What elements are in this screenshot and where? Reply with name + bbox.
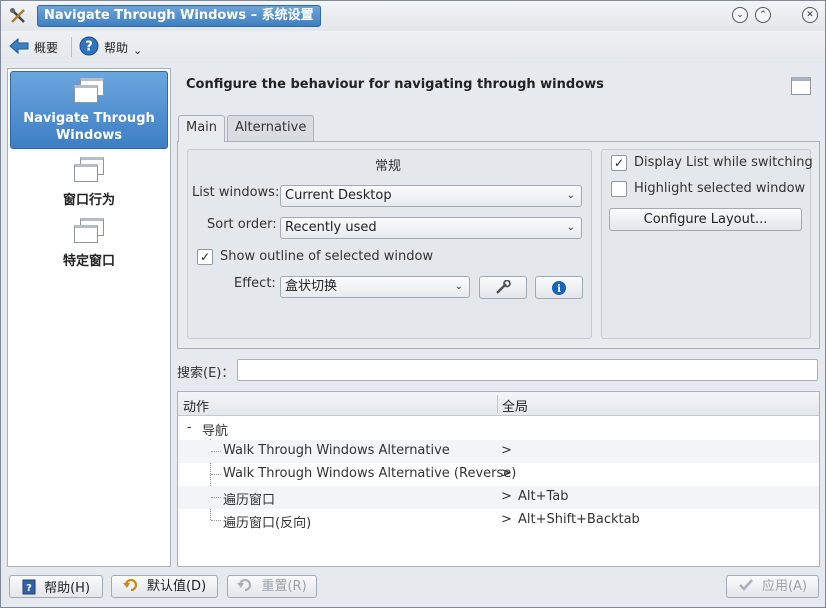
help-button[interactable]: ? 帮助(H) <box>9 575 103 598</box>
chevron-right-icon: > <box>501 443 512 458</box>
title-bar[interactable]: Navigate Through Windows – 系统设置 ⌄ ⌃ ✕ <box>1 1 825 31</box>
effect-label: Effect: <box>234 276 276 291</box>
help-button-label: 帮助(H) <box>44 581 91 596</box>
tree-category-row[interactable]: - 导航 <box>178 417 819 440</box>
reset-button[interactable]: 重置(R) <box>227 575 317 598</box>
window-stack-icon <box>74 157 104 183</box>
sidebar-item-window-behavior[interactable]: 窗口行为 <box>10 155 168 211</box>
table-row[interactable]: Walk Through Windows Alternative (Revers… <box>178 463 819 486</box>
window-icon <box>791 77 811 95</box>
settings-window: Navigate Through Windows – 系统设置 ⌄ ⌃ ✕ 概要… <box>0 0 826 608</box>
overview-label: 概要 <box>34 40 59 55</box>
help-icon: ? <box>79 36 99 59</box>
column-action[interactable]: 动作 <box>183 396 209 415</box>
reset-button-label: 重置(R) <box>261 579 307 594</box>
toolbar: 概要 ? 帮助 ⌄ <box>1 31 825 63</box>
wrench-icon <box>494 279 512 297</box>
toolbar-separator <box>71 37 72 57</box>
table-row[interactable]: Walk Through Windows Alternative > <box>178 440 819 463</box>
checkmark-icon <box>738 579 762 594</box>
svg-text:?: ? <box>85 39 93 54</box>
help-icon: ? <box>22 579 44 596</box>
action-name: 遍历窗口 <box>223 493 276 508</box>
sort-order-value: Recently used <box>285 220 377 235</box>
undo-icon <box>122 578 147 594</box>
highlight-window-label[interactable]: Highlight selected window <box>634 181 805 196</box>
search-input[interactable] <box>237 359 818 381</box>
chevron-right-icon: > <box>501 512 512 527</box>
action-name: 遍历窗口(反向) <box>223 516 312 531</box>
shortcut-value: Alt+Shift+Backtab <box>518 512 640 527</box>
sidebar-item-label: 特定窗口 <box>62 254 115 269</box>
expander-icon[interactable]: - <box>187 420 192 435</box>
list-windows-select[interactable]: Current Desktop ⌄ <box>280 185 582 207</box>
sidebar-item-label: 窗口行为 <box>62 193 115 208</box>
tab-main[interactable]: Main <box>178 115 226 142</box>
apply-button[interactable]: 应用(A) <box>726 575 819 598</box>
chevron-down-icon: ⌄ <box>133 43 143 57</box>
column-separator <box>497 395 498 413</box>
window-title: Navigate Through Windows – 系统设置 <box>37 5 321 27</box>
maximize-button[interactable]: ⌃ <box>755 7 771 23</box>
window-stack-icon <box>74 78 104 104</box>
defaults-button-label: 默认值(D) <box>146 579 207 594</box>
svg-text:?: ? <box>26 583 32 594</box>
sort-order-select[interactable]: Recently used ⌄ <box>280 217 582 239</box>
overview-button[interactable]: 概要 <box>9 35 58 59</box>
window-stack-icon <box>74 218 104 244</box>
help-label: 帮助 <box>104 40 129 55</box>
configure-layout-button[interactable]: Configure Layout... <box>609 208 802 231</box>
highlight-window-checkbox[interactable] <box>611 181 627 197</box>
category-label: 导航 <box>202 424 229 439</box>
tree-header: 动作 全局 <box>178 392 819 416</box>
action-name: Walk Through Windows Alternative (Revers… <box>223 466 517 481</box>
back-arrow-icon <box>9 37 29 58</box>
shortcuts-tree: 动作 全局 - 导航 Walk Through Windows Alternat… <box>177 391 820 567</box>
show-outline-checkbox[interactable]: ✓ <box>197 249 213 265</box>
effect-info-button[interactable]: i <box>535 276 583 299</box>
help-menu-button[interactable]: ? 帮助 ⌄ <box>79 35 142 59</box>
tools-icon[interactable] <box>9 7 27 25</box>
chevron-down-icon: ⌄ <box>566 190 575 201</box>
chevron-right-icon: > <box>501 466 512 481</box>
show-outline-label[interactable]: Show outline of selected window <box>220 249 433 264</box>
table-row[interactable]: 遍历窗口 > Alt+Tab <box>178 486 819 509</box>
effect-configure-button[interactable] <box>479 276 527 299</box>
shade-button[interactable]: ⌄ <box>732 7 748 23</box>
column-global[interactable]: 全局 <box>502 396 528 415</box>
chevron-down-icon: ⌄ <box>454 281 463 292</box>
close-button[interactable]: ✕ <box>802 7 818 23</box>
effect-select[interactable]: 盒状切换 ⌄ <box>280 276 470 298</box>
chevron-down-icon: ⌄ <box>566 222 575 233</box>
svg-text:i: i <box>557 284 561 295</box>
defaults-button[interactable]: 默认值(D) <box>111 575 218 598</box>
reset-icon <box>237 578 261 594</box>
switching-group <box>601 149 811 339</box>
sidebar: Navigate Through Windows 窗口行为 特定窗口 <box>7 68 171 567</box>
sort-order-label: Sort order: <box>207 217 277 232</box>
sidebar-item-specific-windows[interactable]: 特定窗口 <box>10 216 168 272</box>
tab-alternative[interactable]: Alternative <box>227 115 315 141</box>
info-icon: i <box>551 281 567 297</box>
apply-button-label: 应用(A) <box>762 579 808 594</box>
shortcut-value: Alt+Tab <box>518 489 569 504</box>
table-row[interactable]: 遍历窗口(反向) > Alt+Shift+Backtab <box>178 509 819 532</box>
sidebar-item-label: Navigate Through Windows <box>23 111 155 143</box>
page-title: Configure the behaviour for navigating t… <box>186 77 604 92</box>
list-windows-label: List windows: <box>192 185 280 200</box>
effect-value: 盒状切换 <box>285 279 338 294</box>
display-list-label[interactable]: Display List while switching <box>634 155 813 170</box>
action-name: Walk Through Windows Alternative <box>223 443 450 458</box>
list-windows-value: Current Desktop <box>285 188 392 203</box>
chevron-right-icon: > <box>501 489 512 504</box>
group-title: 常规 <box>375 159 402 174</box>
sidebar-item-navigate-through-windows[interactable]: Navigate Through Windows <box>10 71 168 149</box>
general-group <box>187 149 592 339</box>
search-label: 搜索(E)： <box>177 366 235 381</box>
display-list-checkbox[interactable]: ✓ <box>611 155 627 171</box>
